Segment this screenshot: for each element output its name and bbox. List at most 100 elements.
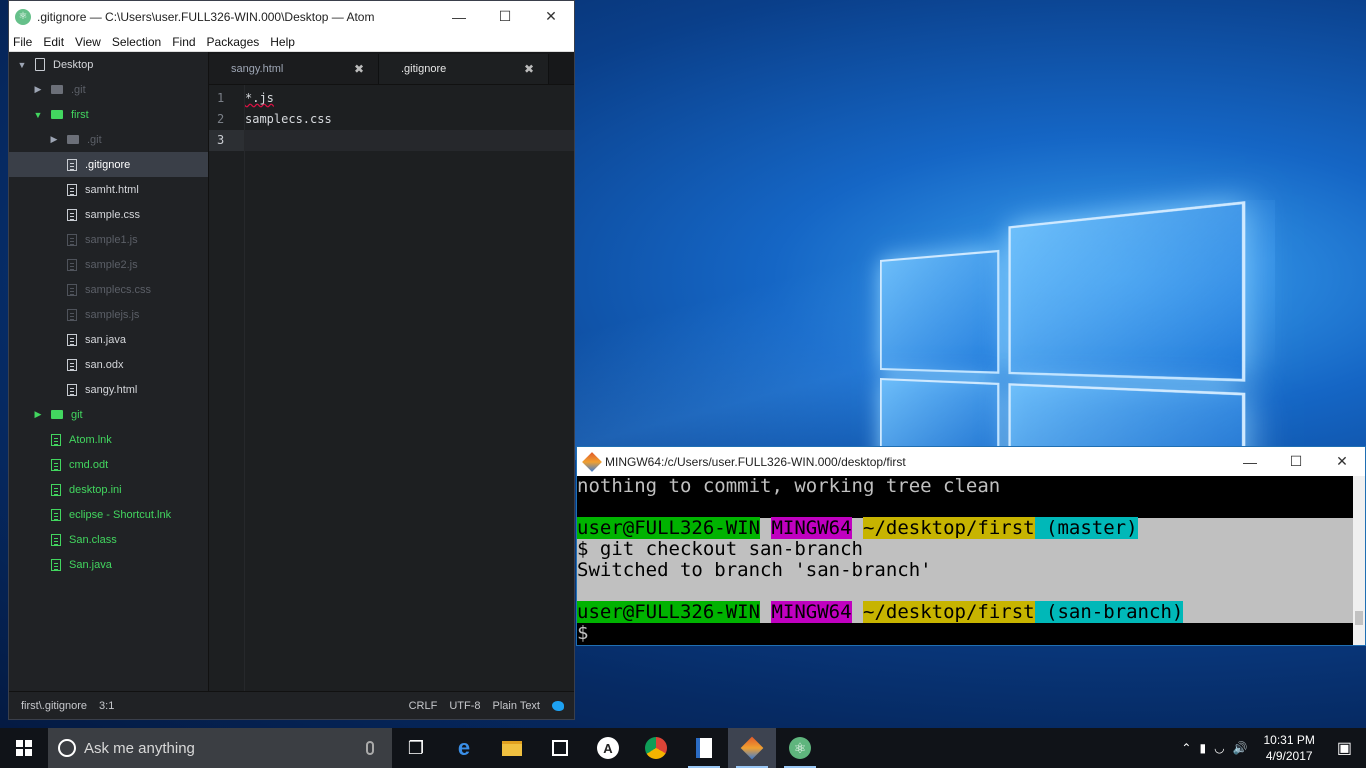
status-grammar[interactable]: Plain Text — [493, 700, 541, 712]
minimize-button[interactable]: — — [436, 1, 482, 32]
notification-icon[interactable]: ▣ — [1331, 738, 1358, 758]
microphone-icon[interactable] — [366, 741, 374, 755]
file-icon — [67, 383, 77, 396]
maximize-button[interactable]: ☐ — [1273, 447, 1319, 476]
cortana-icon — [58, 739, 76, 757]
file-icon — [51, 483, 61, 496]
clock[interactable]: 10:31 PM 4/9/2017 — [1256, 732, 1323, 764]
chevron-right-icon[interactable]: ▶ — [33, 409, 43, 420]
status-encoding[interactable]: UTF-8 — [449, 700, 480, 712]
tree-item[interactable]: sample.css — [9, 202, 208, 227]
tree-item[interactable]: san.java — [9, 327, 208, 352]
tree-item[interactable]: sangy.html — [9, 377, 208, 402]
terminal-titlebar[interactable]: MINGW64:/c/Users/user.FULL326-WIN.000/de… — [577, 447, 1365, 476]
tree-item[interactable]: ▼ Desktop — [9, 52, 208, 77]
file-icon — [67, 208, 77, 221]
status-line-ending[interactable]: CRLF — [409, 700, 438, 712]
tab-gitignore[interactable]: .gitignore ✖ — [379, 54, 549, 84]
menu-edit[interactable]: Edit — [39, 35, 71, 49]
close-button[interactable]: ✕ — [528, 1, 574, 32]
chrome-icon[interactable] — [632, 728, 680, 768]
wordpad-icon[interactable] — [680, 728, 728, 768]
prompt-user: user@FULL326-WIN — [577, 517, 761, 539]
maximize-button[interactable]: ☐ — [482, 1, 528, 32]
menu-view[interactable]: View — [71, 35, 108, 49]
tab-label: sangy.html — [231, 63, 284, 75]
store-icon[interactable] — [536, 728, 584, 768]
file-icon — [67, 358, 77, 371]
file-explorer-icon[interactable] — [488, 728, 536, 768]
atom-app-icon[interactable]: ⚛ — [776, 728, 824, 768]
minimize-button[interactable]: — — [1227, 447, 1273, 476]
menu-packages[interactable]: Packages — [203, 35, 267, 49]
window-title: .gitignore — C:\Users\user.FULL326-WIN.0… — [37, 9, 375, 24]
taskbar: Ask me anything ❐ e A ⚛ ⌃ ▮ ◡ 🔊 10:31 PM… — [0, 728, 1366, 768]
atom-titlebar[interactable]: ⚛ .gitignore — C:\Users\user.FULL326-WIN… — [9, 1, 574, 32]
terminal-input-line[interactable]: $ — [577, 623, 1353, 644]
menu-file[interactable]: File — [9, 35, 39, 49]
tab-label: .gitignore — [401, 63, 447, 75]
terminal-title: MINGW64:/c/Users/user.FULL326-WIN.000/de… — [605, 454, 906, 469]
tree-item[interactable]: samplecs.css — [9, 277, 208, 302]
terminal-scrollbar[interactable] — [1353, 476, 1365, 645]
volume-icon[interactable]: 🔊 — [1233, 741, 1248, 755]
tree-item[interactable]: cmd.odt — [9, 452, 208, 477]
start-button[interactable] — [0, 728, 48, 768]
tree-item-label: San.class — [69, 533, 117, 546]
tab-sangy-html[interactable]: sangy.html ✖ — [209, 54, 379, 84]
menu-selection[interactable]: Selection — [108, 35, 168, 49]
tree-item[interactable]: San.java — [9, 552, 208, 577]
git-diamond-icon — [582, 451, 602, 472]
wifi-icon[interactable]: ◡ — [1214, 741, 1224, 755]
prompt-branch: (san-branch) — [1034, 601, 1184, 623]
tree-item[interactable]: san.odx — [9, 352, 208, 377]
menu-find[interactable]: Find — [168, 35, 202, 49]
file-icon — [51, 433, 61, 446]
terminal-command-line: $ git checkout san-branch — [577, 539, 1353, 560]
edge-icon[interactable]: e — [440, 728, 488, 768]
chevron-down-icon[interactable]: ▼ — [17, 60, 27, 70]
status-file-path[interactable]: first\.gitignore — [21, 700, 87, 712]
tree-item[interactable]: San.class — [9, 527, 208, 552]
chevron-right-icon[interactable]: ▶ — [49, 134, 59, 145]
tree-item-label: samplejs.js — [85, 308, 140, 321]
tree-item[interactable]: eclipse - Shortcut.lnk — [9, 502, 208, 527]
tree-item[interactable]: samht.html — [9, 177, 208, 202]
menu-help[interactable]: Help — [266, 35, 302, 49]
tree-item[interactable]: sample1.js — [9, 227, 208, 252]
text-lines[interactable]: *.js samplecs.css — [245, 85, 574, 691]
tree-item[interactable]: ▶ git — [9, 402, 208, 427]
tab-close-icon[interactable]: ✖ — [524, 62, 534, 76]
code-line[interactable] — [245, 130, 574, 151]
tree-item[interactable]: Atom.lnk — [9, 427, 208, 452]
prompt-branch: (master) — [1034, 517, 1138, 539]
chevron-down-icon[interactable]: ▼ — [33, 110, 43, 120]
chevron-up-icon[interactable]: ⌃ — [1181, 741, 1191, 755]
close-button[interactable]: ✕ — [1319, 447, 1365, 476]
task-view-icon[interactable]: ❐ — [392, 728, 440, 768]
battery-icon[interactable]: ▮ — [1199, 741, 1206, 755]
code-area[interactable]: 1 2 3 *.js samplecs.css — [209, 85, 574, 691]
tree-item[interactable]: ▼ first — [9, 102, 208, 127]
chevron-right-icon[interactable]: ▶ — [33, 84, 43, 95]
scrollbar-thumb[interactable] — [1355, 611, 1363, 625]
git-bash-icon[interactable] — [728, 728, 776, 768]
code-text: *.js — [245, 91, 274, 105]
feedback-bird-icon[interactable] — [552, 700, 564, 711]
tree-item-label: Atom.lnk — [69, 433, 112, 446]
status-cursor-position[interactable]: 3:1 — [99, 700, 114, 712]
cortana-search-box[interactable]: Ask me anything — [48, 728, 392, 768]
terminal-output[interactable]: nothing to commit, working tree clean us… — [577, 476, 1353, 645]
tree-item[interactable]: sample2.js — [9, 252, 208, 277]
folder-icon — [51, 85, 63, 94]
editor-pane: sangy.html ✖ .gitignore ✖ 1 2 3 *.js sam… — [209, 52, 574, 691]
app-a-icon[interactable]: A — [584, 728, 632, 768]
tree-item[interactable]: .gitignore — [9, 152, 208, 177]
code-line[interactable]: *.js — [245, 88, 574, 109]
code-line[interactable]: samplecs.css — [245, 109, 574, 130]
tree-item[interactable]: ▶ .git — [9, 77, 208, 102]
tree-item[interactable]: samplejs.js — [9, 302, 208, 327]
tree-item[interactable]: ▶ .git — [9, 127, 208, 152]
tree-item[interactable]: desktop.ini — [9, 477, 208, 502]
tab-close-icon[interactable]: ✖ — [354, 62, 364, 76]
